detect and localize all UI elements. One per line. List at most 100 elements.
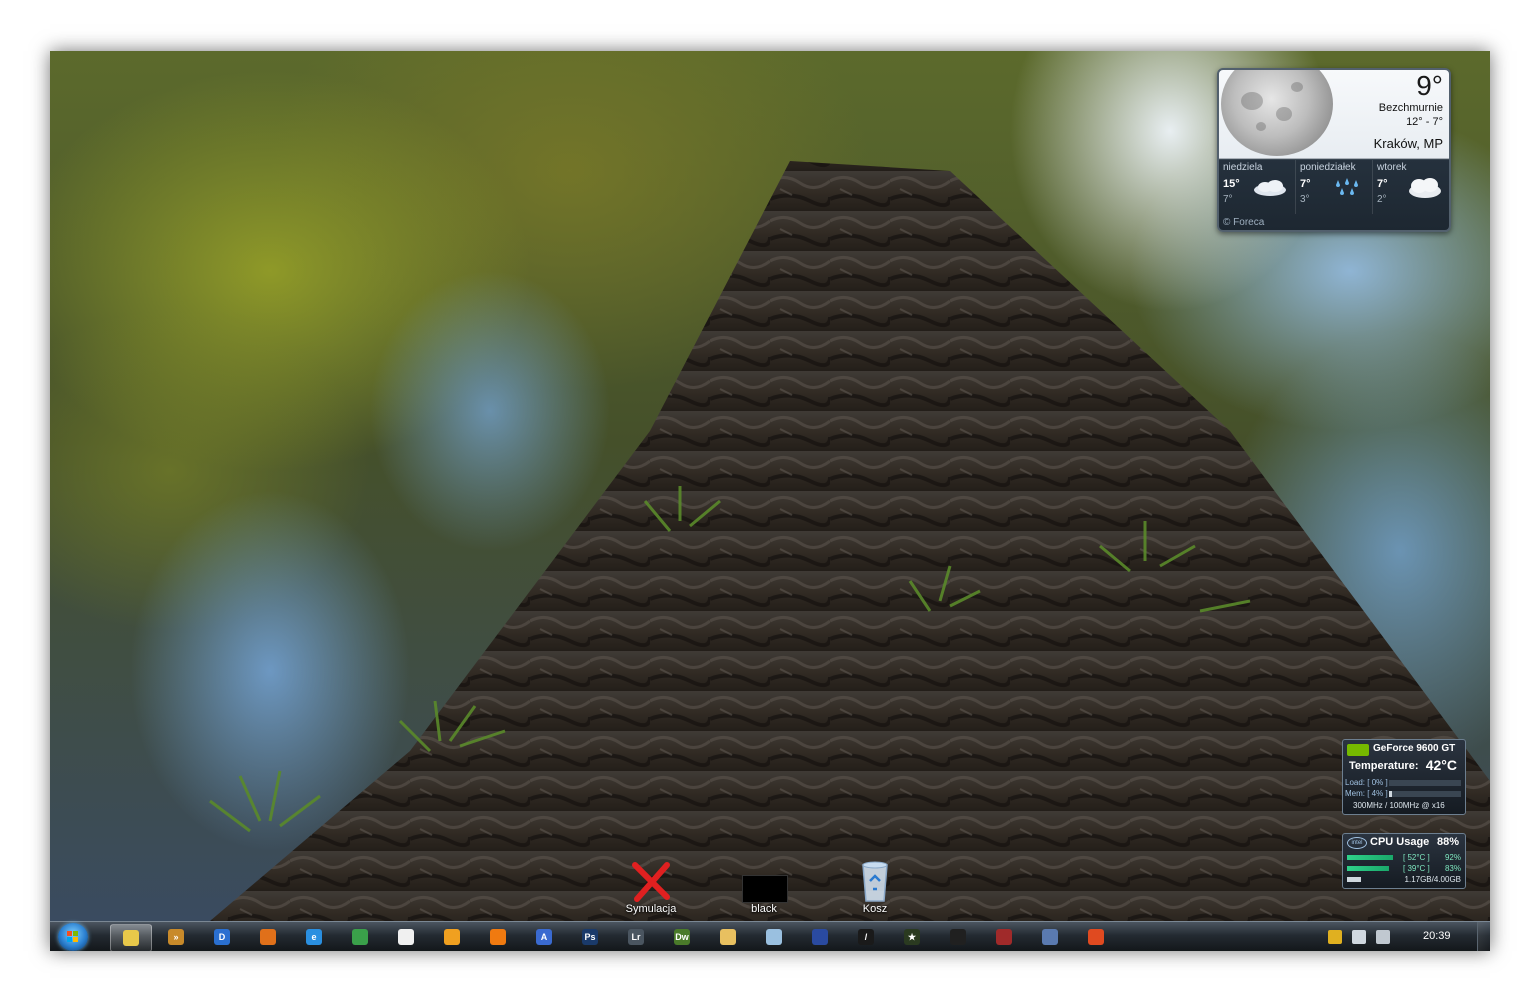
taskbar-item-app-cards[interactable] <box>386 924 426 950</box>
desktop-icon-label: black <box>751 903 777 915</box>
orange-app-icon <box>444 929 460 945</box>
taskbar-item-chrome[interactable] <box>340 924 380 950</box>
ram-usage-bar <box>1347 877 1361 882</box>
desktop-icon-label: Symulacja <box>625 903 677 915</box>
taskbar-item-dreamweaver[interactable]: Dw <box>662 924 702 950</box>
desktop-icon-black[interactable]: black <box>729 859 799 915</box>
cpu-core-temp: [ 52°C ] <box>1403 853 1430 862</box>
cloud-icon <box>1254 180 1286 196</box>
cpu-core-percent: 92% <box>1444 853 1461 862</box>
taskbar-item-photoshop[interactable]: Ps <box>570 924 610 950</box>
taskbar-item-app-fire[interactable] <box>1076 924 1116 950</box>
app-tools-icon <box>996 929 1012 945</box>
moon-icon <box>1221 70 1333 156</box>
app-gear-icon <box>1042 929 1058 945</box>
folder-icon <box>720 929 736 945</box>
taskbar-item-app-bug[interactable] <box>938 924 978 950</box>
start-button[interactable] <box>58 923 88 951</box>
weather-gadget[interactable]: 9° Bezchmurnie 12° - 7° Kraków, MP niedz… <box>1217 68 1451 232</box>
msn-tray-icon[interactable] <box>1328 930 1342 944</box>
weather-city: Kraków, MP <box>1373 136 1443 151</box>
forecast-day-name: niedziela <box>1223 162 1263 173</box>
forecast-high: 7° <box>1300 178 1311 190</box>
weather-provider: © Foreca <box>1223 217 1265 228</box>
show-desktop-button[interactable] <box>1477 922 1490 951</box>
taskbar-item-folder[interactable] <box>708 924 748 950</box>
weather-condition: Bezchmurnie <box>1378 102 1443 114</box>
taskbar-item-orange-app[interactable] <box>432 924 472 950</box>
forecast-high: 7° <box>1377 178 1388 190</box>
floppy-icon <box>812 929 828 945</box>
desktop-icon-label: Kosz <box>862 903 888 915</box>
current-temperature: 9° <box>1416 70 1443 101</box>
forecast-low: 2° <box>1377 194 1387 205</box>
rain-icon <box>1336 178 1358 195</box>
app-fire-icon <box>1088 929 1104 945</box>
gpu-load-label: Load: [ 0% ] <box>1345 778 1388 787</box>
taskbar: » De A Ps Lr Dw / ★ 20:39 <box>50 921 1490 951</box>
lightroom-icon: Lr <box>628 929 644 945</box>
taskbar-item-floppy[interactable] <box>800 924 840 950</box>
taskbar-item-app-star[interactable]: ★ <box>892 924 932 950</box>
temperature-range: 12° - 7° <box>1406 116 1443 128</box>
taskbar-clock[interactable]: 20:39 <box>1423 930 1451 942</box>
network-tray-icon[interactable] <box>1376 930 1390 944</box>
cpu-core-percent: 83% <box>1444 864 1461 873</box>
cpu-usage-title: CPU Usage <box>1370 836 1430 848</box>
gpu-mem-bar <box>1389 791 1461 797</box>
gpu-clock: 300MHz / 100MHz @ x16 <box>1353 801 1445 810</box>
forecast-low: 3° <box>1300 194 1310 205</box>
taskbar-item-app-slash[interactable]: / <box>846 924 886 950</box>
gpu-mem-label: Mem: [ 4% ] <box>1345 789 1388 798</box>
desktop-icon-symulacja[interactable]: Symulacja <box>616 859 686 915</box>
vlc-icon <box>490 929 506 945</box>
gpu-name: GeForce 9600 GT <box>1373 743 1456 754</box>
nvidia-logo-icon <box>1347 744 1369 756</box>
ram-usage-row: 1.17GB/4.00GB <box>1347 875 1461 884</box>
app-a-icon: A <box>536 929 552 945</box>
internet-explorer-icon: e <box>306 929 322 945</box>
app-star-icon: ★ <box>904 929 920 945</box>
app-cards-icon <box>398 929 414 945</box>
forecast-day-name: poniedziałek <box>1300 162 1356 173</box>
taskbar-item-app-tools[interactable] <box>984 924 1024 950</box>
windows-logo-icon <box>67 931 79 943</box>
cpu-core-temp: [ 39°C ] <box>1403 864 1430 873</box>
forecast-low: 7° <box>1223 194 1233 205</box>
cpu-monitor-gadget[interactable]: intel CPU Usage 88% [ 52°C ] 92% [ 39°C … <box>1342 833 1466 889</box>
taskbar-item-explorer[interactable] <box>110 924 152 951</box>
taskbar-item-firefox[interactable] <box>248 924 288 950</box>
gpu-temperature-label: Temperature: <box>1349 760 1419 772</box>
forecast-day: niedziela 15° 7° <box>1219 160 1296 214</box>
cpu-core-row: [ 52°C ] 92% <box>1347 853 1461 862</box>
taskbar-item-app-a[interactable]: A <box>524 924 564 950</box>
taskbar-item-media-player[interactable]: D <box>202 924 242 950</box>
cloudy-icon <box>1409 178 1441 198</box>
desktop-screen: 9° Bezchmurnie 12° - 7° Kraków, MP niedz… <box>50 51 1490 951</box>
intel-logo-icon: intel <box>1347 837 1367 849</box>
taskbar-item-notepad[interactable] <box>754 924 794 950</box>
cpu-core-row: [ 39°C ] 83% <box>1347 864 1461 873</box>
desktop-icon-kosz[interactable]: Kosz <box>840 859 910 915</box>
gpu-temperature-value: 42°C <box>1425 757 1457 773</box>
forecast-high: 15° <box>1223 178 1240 190</box>
firefox-icon <box>260 929 276 945</box>
photoshop-icon: Ps <box>582 929 598 945</box>
notepad-icon <box>766 929 782 945</box>
forecast-day: wtorek 7° 2° <box>1373 160 1449 214</box>
dreamweaver-icon: Dw <box>674 929 690 945</box>
app-arrow-icon: » <box>168 929 184 945</box>
app-bug-icon <box>950 929 966 945</box>
cpu-core-bar <box>1347 855 1393 860</box>
taskbar-item-vlc[interactable] <box>478 924 518 950</box>
forecast-days: niedziela 15° 7° poniedziałek 7° 3° wtor… <box>1219 160 1449 214</box>
taskbar-item-lightroom[interactable]: Lr <box>616 924 656 950</box>
forecast-day: poniedziałek 7° 3° <box>1296 160 1373 214</box>
cpu-usage-value: 88% <box>1436 836 1459 848</box>
taskbar-item-app-arrow[interactable]: » <box>156 924 196 950</box>
gpu-monitor-gadget[interactable]: GeForce 9600 GT Temperature: 42°C Load: … <box>1342 739 1466 815</box>
clock-tray-icon[interactable] <box>1352 930 1366 944</box>
taskbar-item-internet-explorer[interactable]: e <box>294 924 334 950</box>
app-slash-icon: / <box>858 929 874 945</box>
taskbar-item-app-gear[interactable] <box>1030 924 1070 950</box>
